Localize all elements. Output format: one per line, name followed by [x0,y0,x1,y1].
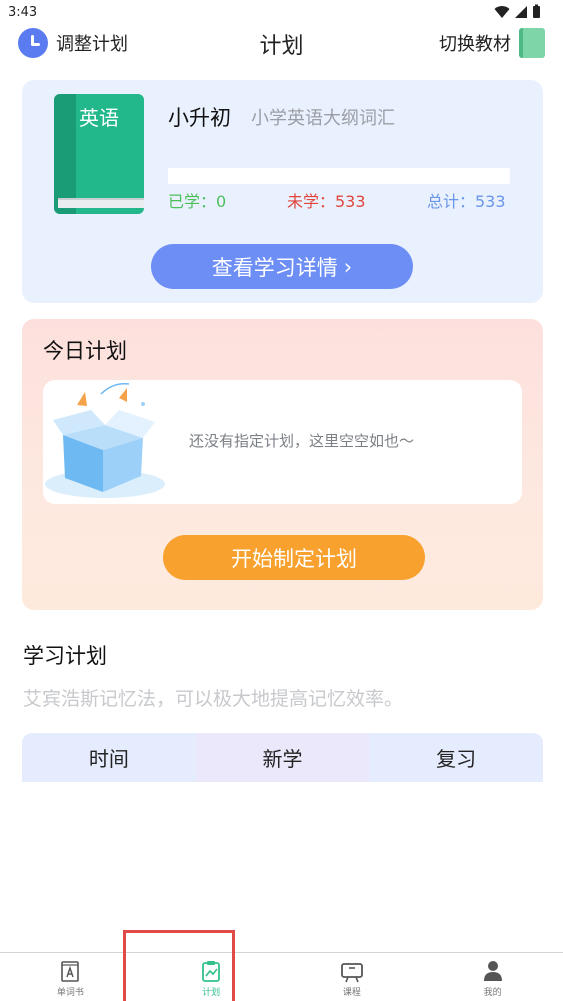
adjust-plan-button[interactable]: 调整计划 [18,28,128,58]
column-header-time: 时间 [22,733,196,782]
status-time: 3:43 [8,4,38,20]
adjust-plan-label: 调整计划 [56,34,128,55]
tab-plan-label: 计划 [202,988,221,998]
book-cover-title: 英语 [79,106,119,130]
tab-word-book[interactable]: 单词书 [0,953,141,1001]
unlearned-count: 未学：533 [287,192,366,211]
today-plan-card: 今日计划 还没有指定计划，这里空空如也～ 开始制定计划 [22,319,543,610]
wifi-icon [494,5,510,18]
switch-textbook-label: 切换教材 [439,34,511,55]
signal-icon [515,5,527,18]
book-pages [58,198,144,208]
book-subtitle: 小学英语大纲词汇 [251,108,395,129]
study-plan-description: 艾宾浩斯记忆法，可以极大地提高记忆效率。 [23,688,404,710]
today-plan-title: 今日计划 [43,339,127,363]
learning-progress-bar [168,168,510,184]
empty-box-illustration-icon [45,382,165,498]
status-bar: 3:43 [0,0,563,24]
bottom-tab-bar: 单词书 计划 课程 我的 [0,952,563,1001]
empty-plan-panel: 还没有指定计划，这里空空如也～ [43,380,522,504]
tab-mine-label: 我的 [483,988,502,998]
top-nav-bar: 调整计划 计划 切换教材 [0,24,563,64]
plan-chart-icon [202,961,221,982]
study-plan-table-header: 时间 新学 复习 [22,733,543,782]
word-book-icon [61,961,80,982]
tab-course[interactable]: 课程 [282,953,423,1001]
learned-count: 已学：0 [168,192,227,211]
status-icons [494,4,541,19]
book-cover[interactable]: 英语 [54,94,144,214]
tab-course-label: 课程 [342,988,361,998]
column-header-new: 新学 [195,733,370,782]
person-icon [483,961,502,981]
view-details-button[interactable]: 查看学习详情 › [151,244,413,289]
current-book-card: 英语 小升初 小学英语大纲词汇 已学：0 未学：533 总计：533 查看学习详… [22,80,543,303]
textbook-icon [519,28,545,58]
tab-plan[interactable]: 计划 [141,953,282,1001]
start-plan-button[interactable]: 开始制定计划 [163,535,425,580]
book-name: 小升初 [168,106,231,130]
study-plan-title: 学习计划 [23,644,107,668]
tab-mine[interactable]: 我的 [422,953,563,1001]
clock-icon [18,28,48,58]
battery-icon [533,4,540,18]
switch-textbook-button[interactable]: 切换教材 [439,28,545,58]
chevron-right-icon: › [343,254,353,279]
course-screen-icon [340,963,363,983]
column-header-review: 复习 [369,733,543,782]
tab-word-book-label: 单词书 [56,988,84,998]
total-count: 总计：533 [427,192,506,211]
empty-plan-text: 还没有指定计划，这里空空如也～ [189,432,415,450]
view-details-label: 查看学习详情 [211,255,338,280]
